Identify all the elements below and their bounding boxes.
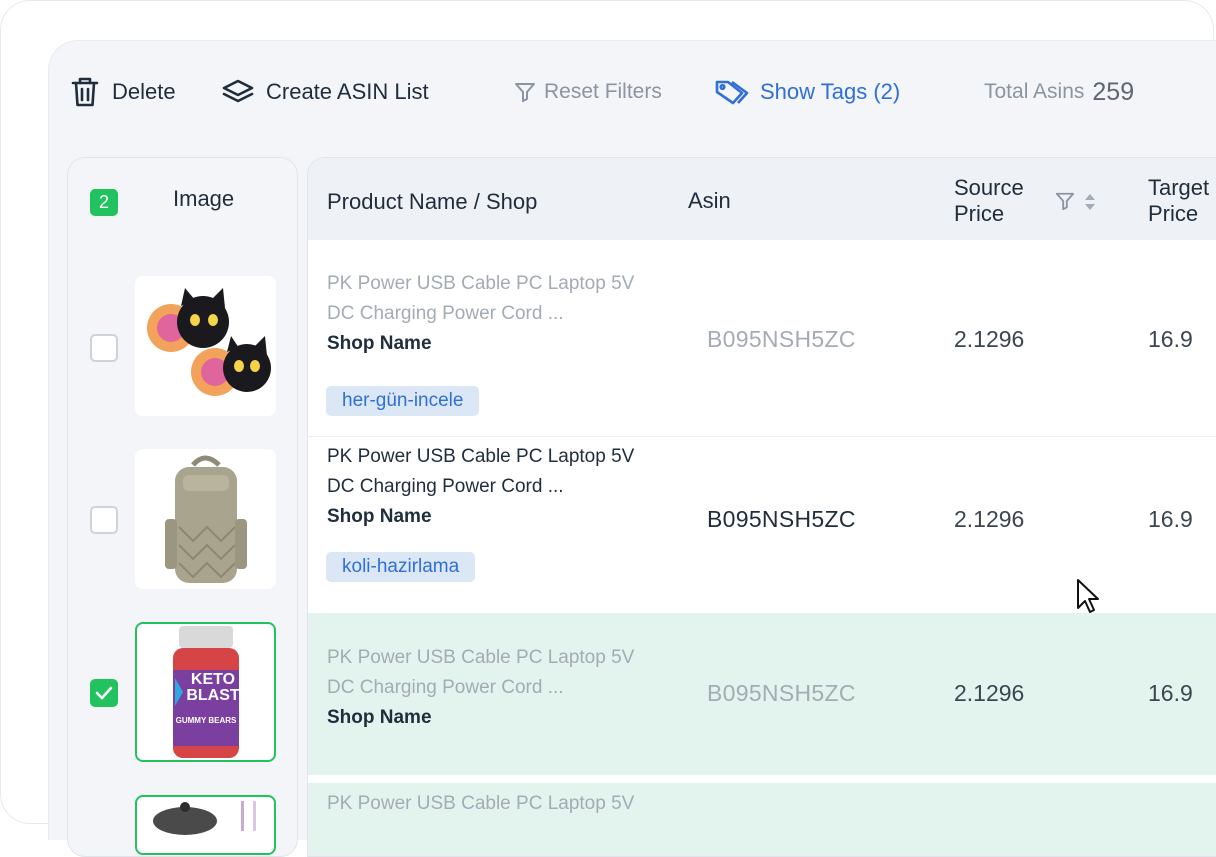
tag-badge[interactable]: her-gün-incele xyxy=(326,386,480,416)
layers-icon xyxy=(222,79,254,105)
reset-filters-label: Reset Filters xyxy=(544,80,662,103)
product-name-line2: DC Charging Power Cord ... xyxy=(327,303,564,324)
filter-icon xyxy=(514,81,536,103)
table-header: Product Name / Shop Asin Source Price Ta… xyxy=(308,158,1216,240)
total-asins-label: Total Asins xyxy=(984,80,1085,103)
source-price-line2: Price xyxy=(954,201,1005,226)
asin-value: B095NSH5ZC xyxy=(707,506,856,532)
target-price-value: 16.9 xyxy=(1148,506,1193,532)
product-name-line1: PK Power USB Cable PC Laptop 5V xyxy=(327,647,635,668)
target-price-line1: Target xyxy=(1148,175,1210,200)
column-header-source-price[interactable]: Source Price xyxy=(954,175,1024,227)
source-price-line1: Source xyxy=(954,175,1024,200)
product-name: PK Power USB Cable PC Laptop 5V DC Charg… xyxy=(327,269,667,329)
source-price-value: 2.1296 xyxy=(954,506,1025,532)
row-checkbox[interactable] xyxy=(90,506,118,534)
bottle-sub-text: GUMMY BEARS xyxy=(175,716,237,725)
product-table: Product Name / Shop Asin Source Price Ta… xyxy=(307,157,1216,857)
mouse-cursor-icon xyxy=(1076,578,1102,621)
total-asins: Total Asins 259 xyxy=(984,72,1134,112)
bottle-brand-text: KETO BLAST xyxy=(185,672,241,704)
product-name-line1: PK Power USB Cable PC Laptop 5V xyxy=(327,793,635,814)
show-tags-label: Show Tags (2) xyxy=(760,79,901,104)
asin-value: B095NSH5ZC xyxy=(707,680,856,706)
product-name: PK Power USB Cable PC Laptop 5V DC Charg… xyxy=(327,442,667,502)
product-name: PK Power USB Cable PC Laptop 5V DC Charg… xyxy=(327,643,667,703)
shop-name[interactable]: Shop Name xyxy=(327,506,432,528)
tag-badge[interactable]: koli-hazirlama xyxy=(326,552,476,582)
column-filter-icon[interactable] xyxy=(1055,191,1075,216)
product-name-line2: DC Charging Power Cord ... xyxy=(327,476,564,497)
bottle-text-blast: BLAST xyxy=(186,687,240,704)
image-column-header: Image xyxy=(173,186,235,211)
tags-icon xyxy=(714,78,750,106)
trash-icon xyxy=(70,75,100,109)
cookware-image[interactable] xyxy=(135,795,276,855)
table-row[interactable]: PK Power USB Cable PC Laptop 5V DC Charg… xyxy=(308,613,1216,775)
selected-count: 2 xyxy=(98,192,109,212)
source-price-value: 2.1296 xyxy=(954,326,1025,352)
column-header-product[interactable]: Product Name / Shop xyxy=(327,189,537,215)
cat-cushion-image[interactable] xyxy=(135,276,276,416)
bottle-text-keto: KETO xyxy=(190,671,236,688)
delete-label: Delete xyxy=(112,79,176,104)
table-row[interactable]: PK Power USB Cable PC Laptop 5V xyxy=(308,783,1216,856)
checkmark-icon xyxy=(95,686,113,700)
target-price-value: 16.9 xyxy=(1148,326,1193,352)
source-price-value: 2.1296 xyxy=(954,680,1025,706)
backpack-image[interactable] xyxy=(135,449,276,589)
total-asins-count: 259 xyxy=(1092,77,1135,106)
shop-name[interactable]: Shop Name xyxy=(327,333,432,355)
show-tags-button[interactable]: Show Tags (2) xyxy=(714,72,900,112)
row-checkbox[interactable] xyxy=(90,679,118,707)
column-header-target-price[interactable]: Target Price xyxy=(1148,175,1209,227)
row-checkbox[interactable] xyxy=(90,334,118,362)
product-name-line1: PK Power USB Cable PC Laptop 5V xyxy=(327,273,635,294)
supplement-bottle-image[interactable]: KETO BLAST GUMMY BEARS xyxy=(135,622,276,762)
product-name-line2: DC Charging Power Cord ... xyxy=(327,677,564,698)
asin-value: B095NSH5ZC xyxy=(707,326,856,352)
shop-name[interactable]: Shop Name xyxy=(327,707,432,729)
select-all-checkbox[interactable]: 2 xyxy=(90,189,118,216)
target-price-value: 16.9 xyxy=(1148,680,1193,706)
column-header-asin[interactable]: Asin xyxy=(688,188,731,214)
sort-icon[interactable] xyxy=(1084,193,1096,216)
reset-filters-button[interactable]: Reset Filters xyxy=(514,72,662,112)
target-price-line2: Price xyxy=(1148,201,1199,226)
create-asin-list-button[interactable]: Create ASIN List xyxy=(222,72,429,112)
create-asin-list-label: Create ASIN List xyxy=(266,79,429,104)
product-name-line1: PK Power USB Cable PC Laptop 5V xyxy=(327,446,635,467)
table-row[interactable]: PK Power USB Cable PC Laptop 5V DC Charg… xyxy=(308,240,1216,436)
delete-button[interactable]: Delete xyxy=(70,72,176,112)
product-name: PK Power USB Cable PC Laptop 5V xyxy=(327,789,667,819)
